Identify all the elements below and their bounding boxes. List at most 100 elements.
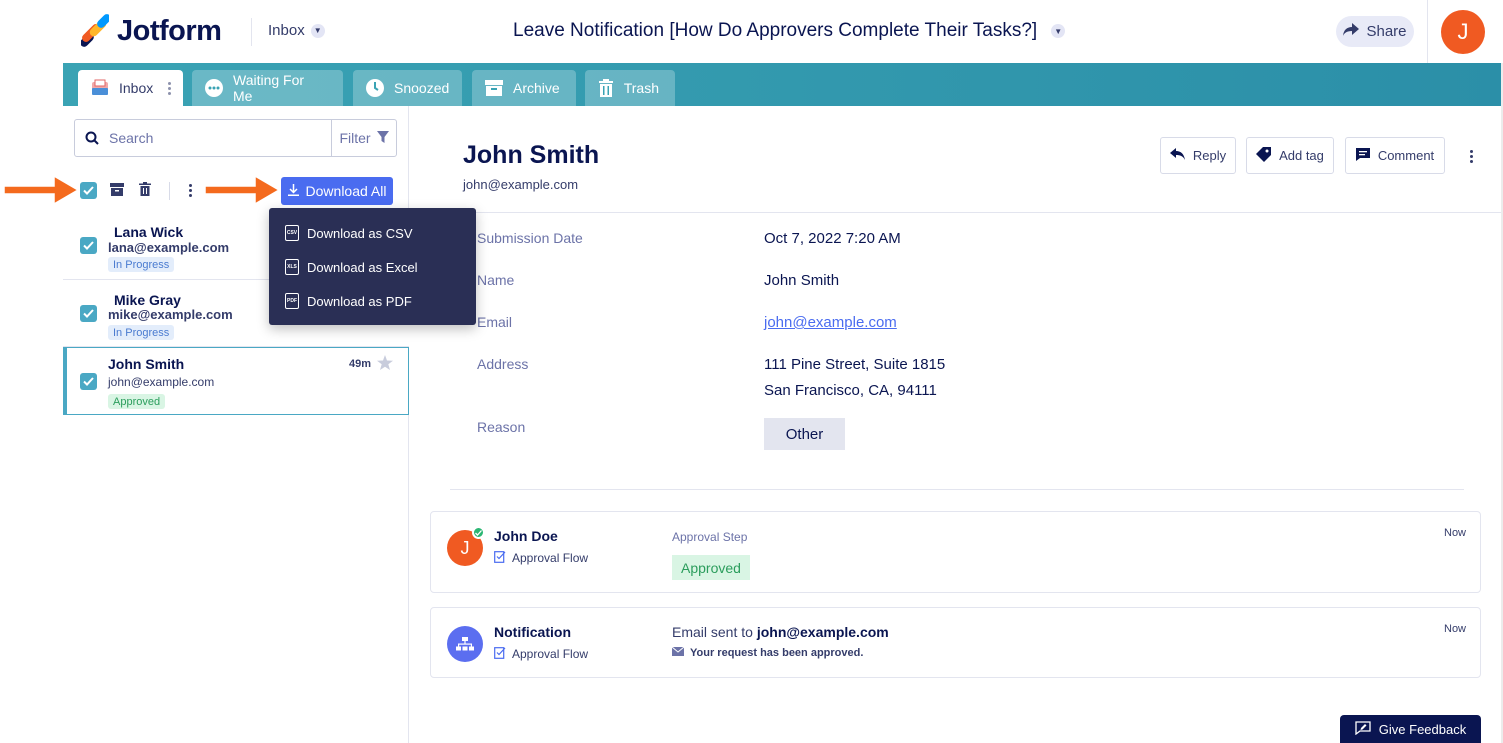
notification-title: Notification (494, 624, 571, 640)
more-options-icon[interactable] (1470, 150, 1473, 163)
timestamp: Now (1444, 623, 1467, 635)
section-divider (410, 212, 1501, 213)
share-arrow-icon (1343, 23, 1360, 40)
share-button[interactable]: Share (1336, 16, 1414, 47)
row-checkbox[interactable] (80, 237, 97, 254)
tab-trash[interactable]: Trash (585, 70, 675, 106)
search-icon (75, 131, 109, 145)
approval-flow-icon (494, 646, 506, 662)
tab-label: Archive (513, 80, 560, 96)
toolbar-divider (169, 182, 170, 200)
header-divider (1427, 0, 1428, 63)
inbox-tab-bar: Inbox Waiting For Me Snoozed Archive Tra… (63, 63, 1501, 106)
submission-detail-pane: John Smith john@example.com Reply Add ta… (410, 106, 1501, 743)
clock-icon (365, 78, 385, 98)
pdf-file-icon: PDF (285, 293, 299, 309)
search-input[interactable] (109, 130, 329, 146)
row-checkbox[interactable] (80, 373, 97, 390)
menu-item-label: Download as Excel (307, 259, 418, 275)
approval-step-label: Approval Step (672, 530, 748, 544)
approver-name: John Doe (494, 528, 558, 544)
tab-archive[interactable]: Archive (472, 70, 576, 106)
select-all-checkbox[interactable] (80, 182, 97, 199)
download-all-label: Download All (305, 183, 387, 199)
submitter-email: lana@example.com (108, 240, 230, 255)
add-tag-button[interactable]: Add tag (1246, 137, 1334, 174)
submitter-name: John Smith (108, 356, 185, 372)
field-label-name: Name (477, 272, 515, 288)
submission-time: 49m (349, 358, 372, 370)
ellipsis-circle-icon (204, 78, 224, 98)
annotation-arrow-icon (203, 173, 281, 212)
notification-message: Your request has been approved. (671, 646, 863, 659)
csv-file-icon: CSV (285, 225, 299, 241)
header-divider (251, 18, 252, 46)
tab-label: Snoozed (394, 80, 450, 96)
tab-inbox[interactable]: Inbox (78, 70, 183, 106)
page-title: Leave Notification [How Do Approvers Com… (513, 20, 1038, 41)
notification-card: Notification Approval Flow Email sent to… (430, 607, 1481, 678)
filter-button[interactable]: Filter (331, 120, 396, 156)
reply-label: Reply (1192, 148, 1227, 163)
envelope-icon (671, 646, 685, 659)
section-divider (450, 489, 1464, 490)
check-circle-icon (472, 526, 485, 539)
trash-icon (597, 78, 615, 98)
kebab-icon[interactable] (168, 81, 172, 95)
tag-icon (1256, 146, 1272, 165)
approval-flow-label: Approval Flow (494, 550, 588, 566)
status-badge: In Progress (108, 325, 175, 340)
tab-snoozed[interactable]: Snoozed (353, 70, 462, 106)
download-all-button[interactable]: Download All (281, 177, 393, 205)
form-title-dropdown[interactable]: Leave Notification [How Do Approvers Com… (513, 20, 1066, 42)
download-excel-option[interactable]: XLS Download as Excel (285, 259, 418, 275)
menu-item-label: Download as CSV (307, 225, 413, 241)
approval-flow-label: Approval Flow (494, 646, 588, 662)
excel-file-icon: XLS (285, 259, 299, 275)
share-label: Share (1366, 23, 1407, 40)
status-badge: In Progress (108, 257, 175, 272)
field-label-submission-date: Submission Date (477, 230, 583, 246)
comment-icon (1355, 147, 1370, 164)
field-value-email-link[interactable]: john@example.com (764, 314, 897, 331)
status-badge: Approved (108, 394, 166, 409)
field-label-reason: Reason (477, 419, 526, 435)
user-avatar[interactable]: J (1441, 10, 1485, 54)
more-options-icon[interactable] (189, 184, 192, 197)
inbox-dropdown[interactable]: Inbox ▼ (268, 22, 325, 39)
app-window: Jotform Inbox ▼ Leave Notification [How … (0, 0, 1503, 743)
window-margin (0, 63, 63, 743)
tab-waiting-for-me[interactable]: Waiting For Me (192, 70, 343, 106)
download-pdf-option[interactable]: PDF Download as PDF (285, 293, 412, 309)
give-feedback-button[interactable]: Give Feedback (1340, 715, 1481, 743)
tab-label: Trash (623, 80, 659, 96)
submitter-heading: John Smith (463, 141, 600, 169)
reply-button[interactable]: Reply (1160, 137, 1236, 174)
archive-icon[interactable] (110, 182, 124, 201)
chevron-down-icon: ▼ (1051, 24, 1066, 38)
filter-label: Filter (339, 130, 371, 146)
reply-icon (1169, 148, 1185, 163)
trash-icon[interactable] (139, 182, 151, 201)
feedback-icon (1355, 720, 1371, 738)
top-header: Jotform Inbox ▼ Leave Notification [How … (63, 0, 1501, 63)
comment-button[interactable]: Comment (1345, 137, 1445, 174)
field-label-address: Address (477, 356, 529, 372)
submitter-name: Lana Wick (114, 224, 184, 240)
jotform-logo[interactable]: Jotform (80, 14, 222, 48)
submitter-name: Mike Gray (114, 292, 181, 308)
approval-step-card: J John Doe Approval Flow Approval Step A… (430, 511, 1481, 593)
field-label-email: Email (477, 314, 513, 330)
brand-name: Jotform (117, 14, 222, 47)
feedback-label: Give Feedback (1378, 721, 1467, 737)
list-item-selected[interactable]: John Smith john@example.com Approved 49m (63, 347, 409, 415)
tab-label: Inbox (119, 80, 154, 96)
menu-item-label: Download as PDF (307, 293, 412, 309)
archive-icon (484, 78, 504, 98)
approval-flow-icon (494, 550, 506, 566)
inbox-icon (90, 78, 110, 98)
download-csv-option[interactable]: CSV Download as CSV (285, 225, 413, 241)
row-checkbox[interactable] (80, 305, 97, 322)
add-tag-label: Add tag (1279, 148, 1324, 163)
star-icon[interactable] (377, 355, 393, 375)
